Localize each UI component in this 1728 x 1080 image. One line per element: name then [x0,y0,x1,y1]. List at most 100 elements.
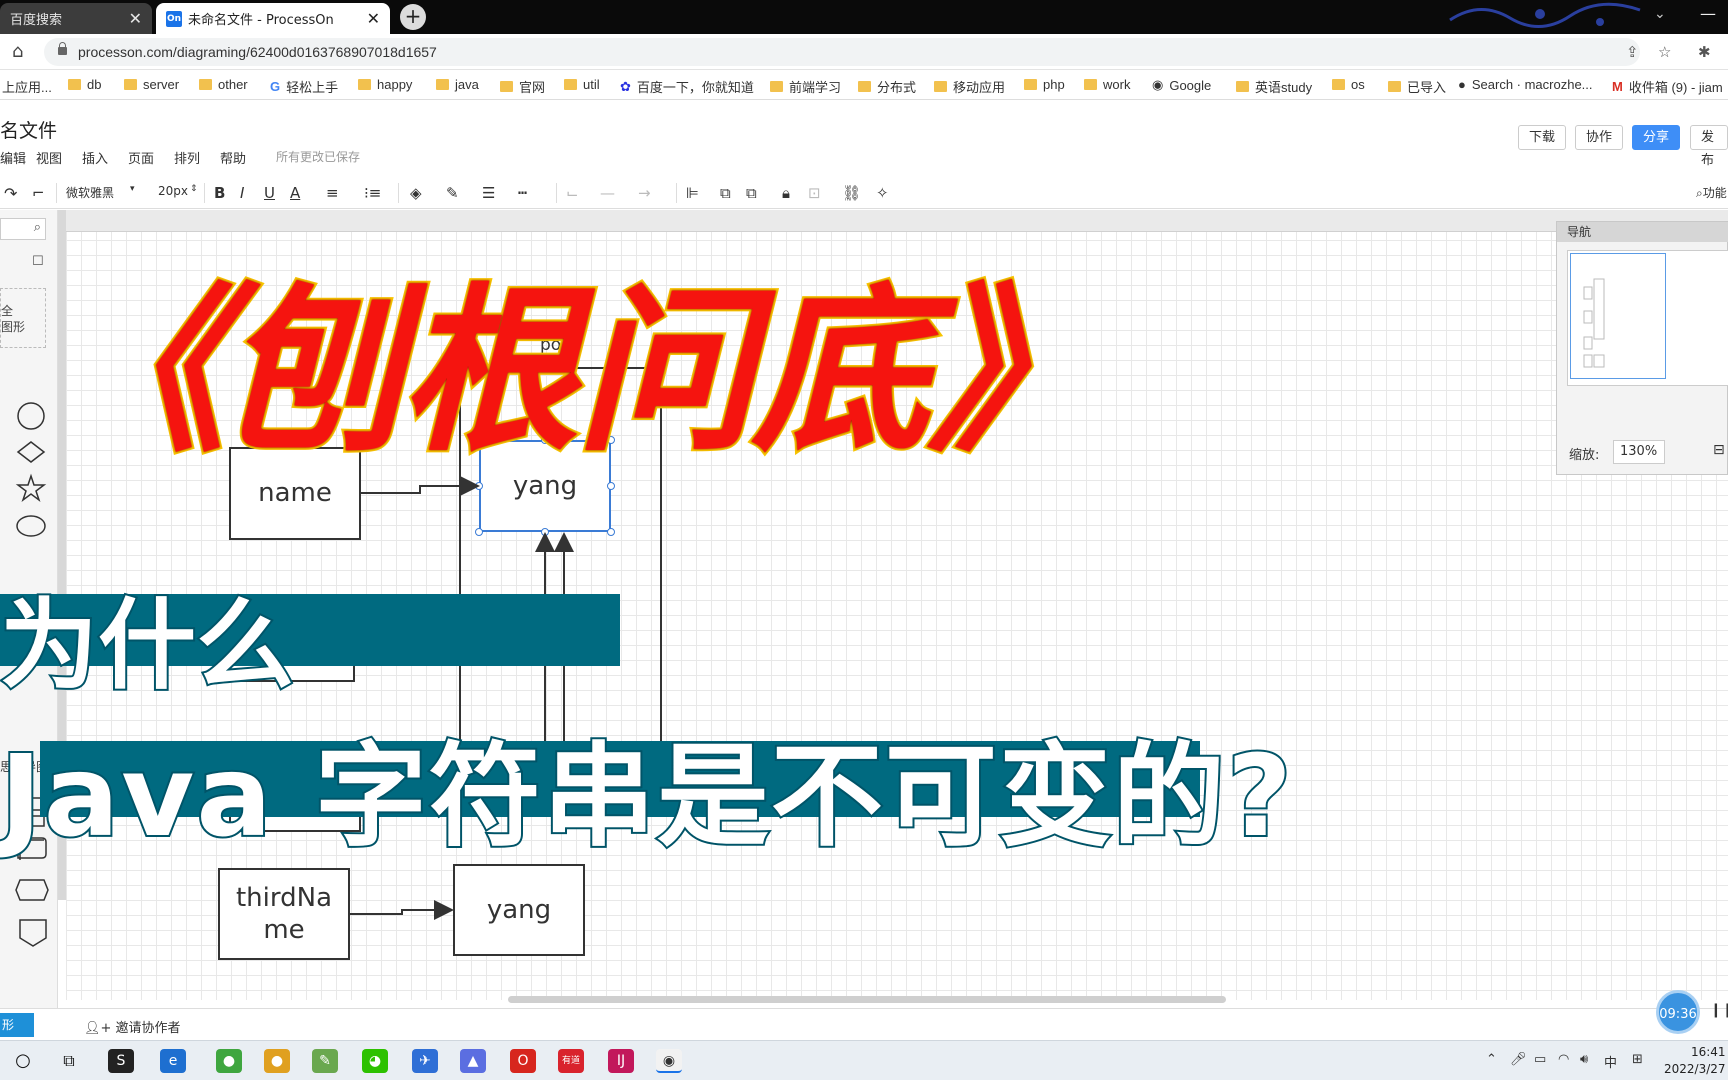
bookmark-item[interactable]: 分布式 [858,77,916,96]
bookmark-item[interactable]: php [1024,77,1065,92]
function-search[interactable]: ⌕功能 [1696,184,1727,201]
app-icon[interactable]: S [108,1049,134,1073]
line-icon[interactable]: — [600,184,615,202]
menu-help[interactable]: 帮助 [220,148,246,167]
intellij-icon[interactable]: IJ [608,1049,634,1073]
url-field[interactable]: processon.com/diagraming/62400d016376890… [44,38,1640,66]
home-icon[interactable]: ⌂ [12,41,23,62]
task-view-icon[interactable]: ⧉ [56,1049,82,1073]
font-family-select[interactable]: 微软雅黑 [66,184,114,201]
node-name[interactable]: name [229,447,361,540]
bookmark-item[interactable]: os [1332,77,1365,92]
link-icon[interactable]: ⛓︎ [842,184,861,202]
resize-handle[interactable] [607,528,615,536]
app-icon[interactable]: ● [216,1049,242,1073]
redo-icon[interactable]: ↷ [4,184,17,203]
document-title[interactable]: 名文件 [0,116,57,143]
bookmark-item[interactable]: ✿ 百度一下，你就知道 [620,77,754,96]
resize-handle[interactable] [475,528,483,536]
app-icon[interactable]: ▲ [460,1049,486,1073]
volume-icon[interactable]: 🔊︎ [1580,1052,1588,1067]
opera-icon[interactable]: O [510,1049,536,1073]
format-painter-icon[interactable]: ⌐ [32,184,45,202]
share-button[interactable]: 分享 [1632,125,1681,150]
horizontal-scrollbar[interactable] [508,996,1226,1003]
align-icon[interactable]: ≡ [326,184,339,202]
resize-handle[interactable] [541,436,549,444]
bookmark-item[interactable]: db [68,77,101,92]
node-yang-selected[interactable]: yang [479,440,611,532]
pool-label[interactable]: pool [540,335,576,355]
bookmark-item[interactable]: 移动应用 [934,77,1005,96]
app-icon[interactable]: ● [264,1049,290,1073]
font-size-select[interactable]: 20px [158,184,188,198]
navigator-preview[interactable] [1567,250,1728,386]
section-label[interactable]: 思维导图 [0,758,58,775]
italic-button[interactable]: I [240,184,244,202]
node-partial[interactable] [229,790,361,832]
pool-container[interactable] [459,367,662,747]
tab-processon[interactable]: On 未命名文件 - ProcessOn ✕ [156,3,390,34]
bookmark-item[interactable]: java [436,77,479,92]
send-back-icon[interactable]: ⧉ [746,184,757,202]
bookmark-item[interactable]: 上应用... [2,77,52,96]
notepad-icon[interactable]: ✎ [312,1049,338,1073]
wechat-icon[interactable]: ◕ [362,1049,388,1073]
vertical-scrollbar[interactable] [58,210,66,900]
node-third-name[interactable]: thirdNa me [218,868,350,960]
new-tab-button[interactable]: + [400,4,426,30]
resize-handle[interactable] [607,482,615,490]
chrome-icon[interactable]: ◉ [656,1049,682,1073]
zoom-input[interactable]: 130% [1613,440,1665,464]
bookmark-item[interactable]: 已导入 [1388,77,1446,96]
unlock-icon[interactable]: ⊡ [808,184,821,202]
bookmark-item[interactable]: other [199,77,248,92]
node-yang-bottom[interactable]: yang [453,864,585,956]
resize-handle[interactable] [475,482,483,490]
input-mode-icon[interactable]: ⊞ [1632,1052,1643,1067]
line-spacing-icon[interactable]: ⁝≡ [364,184,381,202]
battery-icon[interactable]: ▭ [1534,1052,1546,1067]
menu-view[interactable]: 视图 [36,148,62,167]
shape-group-box[interactable]: 全 图形 [0,288,46,348]
ime-indicator[interactable]: 中 [1604,1052,1617,1071]
bookmark-item[interactable]: G 轻松上手 [270,77,338,96]
bookmark-item[interactable]: M 收件箱 (9) - jiam [1612,77,1723,96]
fill-color-icon[interactable]: ◈ [410,184,422,202]
minimize-icon[interactable]: — [1700,4,1716,23]
menu-edit[interactable]: 编辑 [0,148,26,167]
menu-page[interactable]: 页面 [128,148,154,167]
bold-button[interactable]: B [214,184,225,202]
bookmark-item[interactable]: happy [358,77,412,92]
menu-arrange[interactable]: 排列 [174,148,200,167]
line-style-icon[interactable]: ┅ [518,184,527,202]
navigator-panel[interactable]: 导航 缩放: 130% ⊟ [1556,221,1728,475]
publish-button[interactable]: 发布 [1690,125,1728,168]
collaborate-button[interactable]: 协作 [1575,125,1624,150]
tab-baidu[interactable]: 百度搜索 ✕ [0,3,152,34]
lock-icon[interactable]: 🔒︎ [782,184,790,202]
node-partial[interactable] [223,640,355,682]
app-icon[interactable]: ✈ [412,1049,438,1073]
close-icon[interactable]: ✕ [129,9,142,28]
magic-wand-icon[interactable]: ✧ [876,184,889,202]
bookmark-item[interactable]: work [1084,77,1130,92]
chevron-up-icon[interactable]: ⌃ [1486,1052,1497,1067]
extensions-icon[interactable]: ✱ [1698,43,1711,61]
more-shapes-button[interactable]: 形 [0,1013,34,1037]
lock-icon[interactable] [58,42,67,55]
resize-handle[interactable] [541,528,549,536]
youdao-icon[interactable]: 有道 [558,1049,584,1073]
presentation-icon[interactable]: ⊟ [1713,442,1725,458]
share-page-icon[interactable]: ⇪ [1626,43,1639,61]
star-icon[interactable]: ☆ [1658,43,1671,61]
menu-insert[interactable]: 插入 [82,148,108,167]
font-color-button[interactable]: A [290,184,300,202]
bookmark-item[interactable]: 官网 [500,77,545,96]
bookmark-item[interactable]: 前端学习 [770,77,841,96]
pause-icon[interactable]: ❙❙ [1710,1002,1728,1018]
close-icon[interactable]: ✕ [367,9,380,28]
bookmark-item[interactable]: util [564,77,600,92]
wifi-icon[interactable]: ◠ [1558,1052,1569,1067]
shape-search-input[interactable]: ⌕ [0,218,46,240]
